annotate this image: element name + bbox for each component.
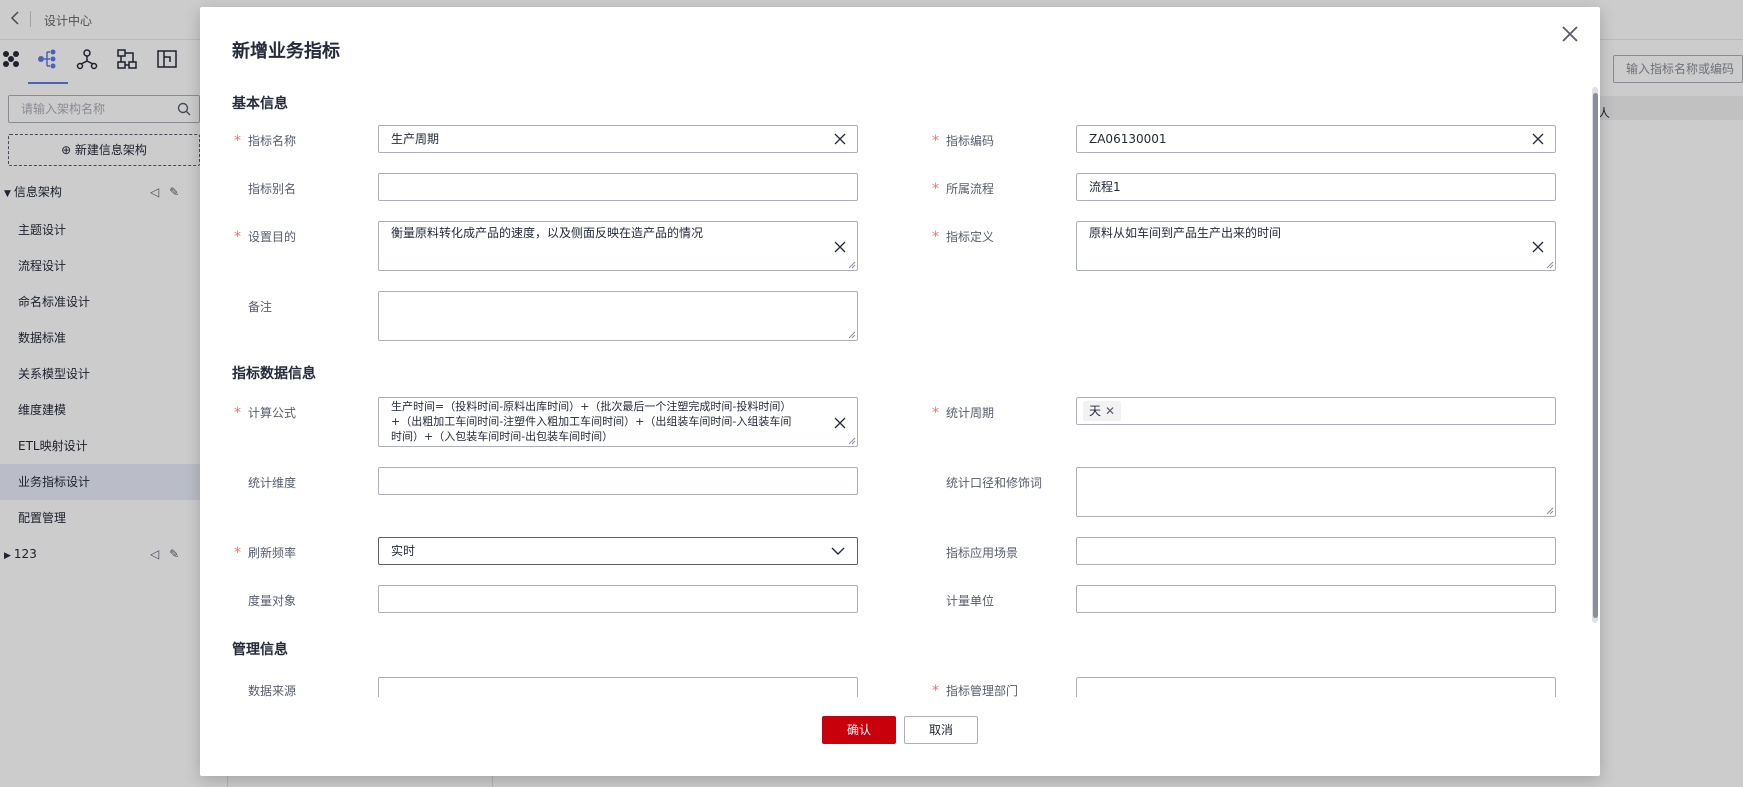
formula-line-2: +（出粗加工车间时间-注塑件入粗加工车间时间）+（出组装车间时间-入组装车间 <box>391 415 792 428</box>
label-refresh: 刷新频率 <box>248 546 297 560</box>
label-metric-name: 指标名称 <box>248 134 297 148</box>
label-process: 所属流程 <box>946 182 995 196</box>
chevron-down-icon[interactable] <box>831 546 845 556</box>
clear-icon[interactable] <box>1531 132 1545 146</box>
dept-input[interactable] <box>1076 677 1556 697</box>
dialog-title: 新增业务指标 <box>232 41 340 62</box>
required-mark: * <box>932 229 939 245</box>
data-source-input[interactable] <box>378 677 858 697</box>
required-mark: * <box>234 133 241 149</box>
formula-textarea[interactable]: 生产时间=（投料时间-原料出库时间）+（批次最后一个注塑完成时间-投料时间） +… <box>378 397 858 447</box>
label-purpose: 设置目的 <box>248 230 297 244</box>
add-metric-dialog: 新增业务指标 基本信息 * 指标名称 生产周期 * 指标编码 ZA0613000… <box>200 7 1600 776</box>
required-mark: * <box>234 405 241 421</box>
purpose-textarea[interactable]: 衡量原料转化成产品的速度，以及侧面反映在造产品的情况 <box>378 221 858 271</box>
metric-code-input[interactable]: ZA06130001 <box>1076 125 1556 153</box>
required-mark: * <box>932 683 939 697</box>
tag-remove-icon[interactable]: ✕ <box>1105 404 1115 418</box>
clear-icon[interactable] <box>833 132 847 146</box>
label-formula: 计算公式 <box>248 406 297 420</box>
required-mark: * <box>234 229 241 245</box>
label-definition: 指标定义 <box>946 230 995 244</box>
label-metric-code: 指标编码 <box>946 134 995 148</box>
clear-icon[interactable] <box>833 416 847 430</box>
period-tag: 天 ✕ <box>1083 401 1122 421</box>
required-mark: * <box>932 405 939 421</box>
label-caliber: 统计口径和修饰词 <box>946 476 1043 490</box>
dimension-input[interactable] <box>378 467 858 495</box>
process-input[interactable]: 流程1 <box>1076 173 1556 201</box>
label-period: 统计周期 <box>946 406 995 420</box>
label-measure: 度量对象 <box>248 594 297 608</box>
label-scenario: 指标应用场景 <box>946 546 1019 560</box>
label-dept: 指标管理部门 <box>946 684 1019 697</box>
resize-grip-icon[interactable] <box>1546 261 1554 269</box>
formula-line-3: 时间）+（入包装车间时间-出包装车间时间） <box>391 430 614 443</box>
label-remark: 备注 <box>248 300 273 314</box>
definition-value: 原料从如车间到产品生产出来的时间 <box>1089 226 1282 240</box>
measure-input[interactable] <box>378 585 858 613</box>
section-basic-info: 基本信息 <box>232 96 288 112</box>
clear-icon[interactable] <box>833 240 847 254</box>
section-management-info: 管理信息 <box>232 642 288 658</box>
scenario-input[interactable] <box>1076 537 1556 565</box>
process-value: 流程1 <box>1089 180 1121 194</box>
required-mark: * <box>932 133 939 149</box>
scrollbar-thumb[interactable] <box>1593 93 1598 618</box>
refresh-select[interactable]: 实时 <box>378 537 858 565</box>
close-icon[interactable] <box>1560 24 1584 48</box>
label-unit: 计量单位 <box>946 594 995 608</box>
label-metric-alias: 指标别名 <box>248 182 297 196</box>
confirm-button[interactable]: 确认 <box>822 716 896 744</box>
remark-textarea[interactable] <box>378 291 858 341</box>
resize-grip-icon[interactable] <box>848 437 856 445</box>
period-multiselect[interactable]: 天 ✕ <box>1076 397 1556 425</box>
clear-icon[interactable] <box>1531 240 1545 254</box>
resize-grip-icon[interactable] <box>848 261 856 269</box>
refresh-value: 实时 <box>391 544 416 558</box>
metric-name-input[interactable]: 生产周期 <box>378 125 858 153</box>
label-data-source: 数据来源 <box>248 684 297 697</box>
period-tag-label: 天 <box>1089 404 1102 418</box>
section-data-info: 指标数据信息 <box>232 366 316 382</box>
dialog-body: 基本信息 * 指标名称 生产周期 * 指标编码 ZA06130001 指标别名 … <box>200 77 1600 697</box>
label-dimension: 统计维度 <box>248 476 297 490</box>
formula-line-1: 生产时间=（投料时间-原料出库时间）+（批次最后一个注塑完成时间-投料时间） <box>391 400 792 413</box>
cancel-button[interactable]: 取消 <box>904 716 978 744</box>
metric-name-value: 生产周期 <box>391 132 440 146</box>
purpose-value: 衡量原料转化成产品的速度，以及侧面反映在造产品的情况 <box>391 226 704 240</box>
caliber-textarea[interactable] <box>1076 467 1556 517</box>
required-mark: * <box>234 545 241 561</box>
metric-code-value: ZA06130001 <box>1089 132 1167 146</box>
required-mark: * <box>932 181 939 197</box>
metric-alias-input[interactable] <box>378 173 858 201</box>
resize-grip-icon[interactable] <box>1546 507 1554 515</box>
resize-grip-icon[interactable] <box>848 331 856 339</box>
definition-textarea[interactable]: 原料从如车间到产品生产出来的时间 <box>1076 221 1556 271</box>
unit-input[interactable] <box>1076 585 1556 613</box>
